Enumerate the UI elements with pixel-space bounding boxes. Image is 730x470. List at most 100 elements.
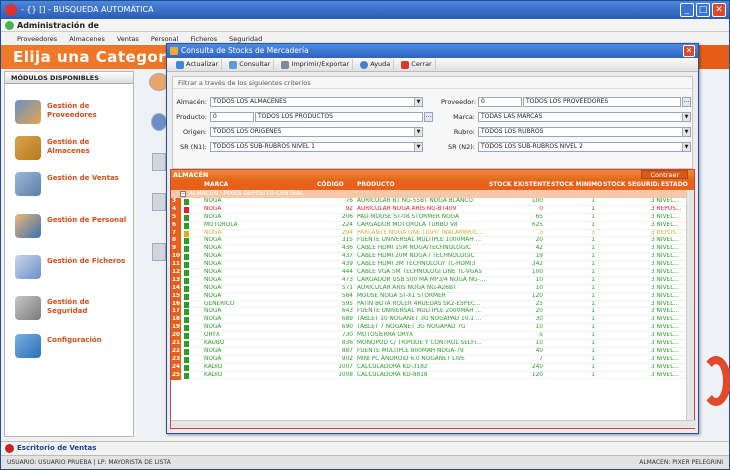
marca-label: Marca: bbox=[453, 113, 475, 121]
menu-ventas[interactable]: Ventas bbox=[117, 34, 139, 45]
cell-minimo: 1 bbox=[591, 269, 595, 276]
dialog-icon bbox=[170, 47, 178, 55]
imprimir-button[interactable]: Imprimir/Exportar bbox=[278, 59, 354, 70]
col-stock-existente[interactable]: STOCK EXISTENTE bbox=[489, 180, 550, 190]
table-row[interactable]: 25 KADIO 1008 CALCULADORA KD-8818 120 1 3 NIVE… bbox=[171, 371, 694, 380]
cell-producto: CABLE HDMI 20M NOGA / TECHNOLOGIC bbox=[357, 253, 475, 260]
col-marca[interactable]: MARCA bbox=[204, 180, 228, 190]
table-row[interactable]: 22 NOGA 887 FUENTE MULTIPLE 800MAH NOGA-79 4… bbox=[171, 347, 694, 356]
table-row[interactable]: 21 KAUBU 836 MONOPOD C/ TRIPODE Y CONTROL S… bbox=[171, 340, 694, 348]
rubro-select[interactable]: TODOS LOS RUBROS ▼ bbox=[478, 127, 691, 137]
module-ficheros[interactable]: Gestión de Ficheros bbox=[13, 253, 133, 281]
menu-proveedores[interactable]: Proveedores bbox=[17, 34, 57, 45]
refresh-icon bbox=[176, 60, 184, 69]
menu-almacenes[interactable]: Almacenes bbox=[69, 34, 105, 45]
sr1-select[interactable]: TODOS LOS SUB-RUBROS NIVEL 1 ▼ bbox=[210, 142, 423, 152]
proveedor-browse-button[interactable]: ... bbox=[682, 97, 691, 107]
col-producto[interactable]: PRODUCTO bbox=[357, 180, 395, 190]
cell-producto: TABLET 10 NOGANET 3G NOGAPAD 10.1 ... bbox=[357, 316, 482, 323]
row-number: 23 bbox=[171, 355, 181, 364]
table-row[interactable]: 11 NOGA 439 CABLE HDMI 3M TECHNOLOGY TL-HDM… bbox=[171, 261, 694, 270]
filter-panel: Filtrar a través de los siguientes crite… bbox=[172, 76, 693, 169]
group-row[interactable]: − ALMACEN : PIXER DEPOSITO CENTRAL bbox=[171, 190, 694, 198]
cell-marca: KADIO bbox=[204, 371, 223, 378]
marca-select[interactable]: TODAS LAS MARCAS ▼ bbox=[478, 112, 691, 122]
cell-marca: NOGA bbox=[204, 308, 222, 315]
module-configuracion[interactable]: Configuración bbox=[13, 332, 133, 360]
table-row[interactable]: 5 NOGA 206 PAD MOUSE ST-08 STORMER NOGA 65 1 3… bbox=[171, 213, 694, 222]
status-bar[interactable]: Escritorio de Ventas bbox=[1, 441, 729, 454]
cell-codigo: 584 bbox=[341, 292, 353, 299]
producto-browse-button[interactable]: ... bbox=[424, 112, 433, 122]
close-button[interactable]: ✕ bbox=[712, 3, 726, 17]
table-row[interactable]: 13 NOGA 473 CARGADOR USB 500 MA MP3/4 NOGA … bbox=[171, 276, 694, 285]
cell-marca: GENERICO bbox=[204, 300, 235, 307]
actualizar-button[interactable]: Actualizar bbox=[173, 59, 223, 70]
table-row[interactable]: 4 NOGA 92 AURICULAR NOGA ARIS NG-BT409 0 1 3 R… bbox=[171, 205, 694, 214]
cell-stock: 120 bbox=[531, 292, 543, 299]
proveedor-input[interactable]: TODOS LOS PROVEEDORES bbox=[523, 97, 681, 107]
table-row[interactable]: 3 NOGA 76 AURICULAR BT NG-55BT NOGA BLANCO 1… bbox=[171, 198, 694, 206]
flag-icon bbox=[184, 222, 189, 229]
cell-minimo: 1 bbox=[591, 300, 595, 307]
printer-icon bbox=[281, 60, 290, 69]
cell-codigo: 436 bbox=[341, 245, 353, 252]
cell-estado: 3 NIVEL... bbox=[651, 198, 679, 204]
minimize-button[interactable]: _ bbox=[680, 3, 694, 17]
table-row[interactable]: 23 NOGA 902 MINI PC ANDROID 6.0 NOGANET LIV… bbox=[171, 355, 694, 364]
table-row[interactable]: 8 NOGA 315 FUENTE UNIVERSAL MULTIPLE 1000MA… bbox=[171, 237, 694, 246]
cell-stock: 10 bbox=[535, 340, 543, 347]
table-row[interactable]: 15 NOGA 584 MOUSE NOGA ST-X1 STORMER 120 1 3 N… bbox=[171, 292, 694, 301]
proveedor-code-input[interactable]: 0 bbox=[478, 97, 522, 107]
col-stock-minimo[interactable]: STOCK MINIMO bbox=[551, 180, 602, 190]
cell-estado: 3 NIVEL... bbox=[651, 237, 679, 244]
module-ventas[interactable]: Gestión de Ventas bbox=[13, 170, 133, 198]
horizontal-scrollbar[interactable] bbox=[171, 420, 696, 428]
cell-minimo: 1 bbox=[591, 205, 595, 212]
footer-bar: USUARIO: USUARIO PRUEBA | LP: MAYORISTA … bbox=[1, 455, 729, 469]
almacen-tab[interactable]: ALMACÉN bbox=[173, 171, 208, 179]
consultar-button[interactable]: Consultar bbox=[226, 59, 275, 70]
col-stock-seguridad[interactable]: STOCK SEGURIDAD bbox=[603, 180, 659, 190]
modules-panel: MÓDULOS DISPONIBLES Gestión de Proveedor… bbox=[4, 71, 134, 437]
maximize-button[interactable]: □ bbox=[696, 3, 710, 17]
col-estado[interactable]: ESTADO bbox=[661, 180, 688, 190]
dialog-close-button[interactable]: ✕ bbox=[683, 45, 695, 57]
table-row[interactable]: 17 NOGA 643 FUENTE UNIVERSAL MULTIPLE 2000M… bbox=[171, 308, 694, 317]
cell-estado: 3 NIVEL... bbox=[651, 355, 679, 362]
table-row[interactable]: 18 NOGA 689 TABLET 10 NOGANET 3G NOGAPAD 10… bbox=[171, 316, 694, 325]
origen-select[interactable]: TODOS LOS ORIGENES ▼ bbox=[210, 127, 423, 137]
table-row[interactable]: 12 NOGA 444 CABLE VGA 5M TECHNOLOGI LINE TL… bbox=[171, 269, 694, 277]
sr2-select[interactable]: TODOS LOS SUB-RUBROS NIVEL 2 ▼ bbox=[478, 142, 691, 152]
ayuda-button[interactable]: Ayuda bbox=[357, 59, 395, 70]
row-number: 7 bbox=[171, 229, 181, 238]
module-seguridad[interactable]: Gestión de Seguridad bbox=[13, 294, 133, 322]
collapse-icon[interactable]: − bbox=[180, 191, 186, 197]
module-personal[interactable]: Gestión de Personal bbox=[13, 212, 133, 240]
table-row[interactable]: 7 NOGA 294 PARLANTE NOGA ONE LIGHT INALAMBR… bbox=[171, 229, 694, 238]
cerrar-button[interactable]: Cerrar bbox=[398, 59, 436, 70]
flag-icon bbox=[184, 285, 189, 292]
vertical-scrollbar[interactable] bbox=[686, 190, 694, 420]
cell-marca: NOGA bbox=[204, 229, 222, 236]
table-row[interactable]: 14 NOGA 571 AURICULAR ARIS NOGA NG-A26BT 10 1… bbox=[171, 284, 694, 293]
cell-estado: 3 REPOS... bbox=[651, 229, 682, 236]
contraer-button[interactable]: Contraer bbox=[641, 170, 688, 179]
table-row[interactable]: 6 MOTOROLA 224 CARGADOR MOTOROLA TURBO V8 62… bbox=[171, 221, 694, 230]
col-codigo[interactable]: CÓDIGO bbox=[317, 180, 344, 190]
producto-code-input[interactable]: 0 bbox=[210, 112, 254, 122]
module-proveedores[interactable]: Gestión de Proveedores bbox=[13, 98, 133, 126]
table-row[interactable]: 19 NOGA 690 TABLET 7 NOGANET 3G NOGAPAD 7G 1… bbox=[171, 324, 694, 333]
producto-input[interactable]: TODOS LOS PRODUCTOS bbox=[255, 112, 423, 122]
flag-icon bbox=[184, 238, 189, 245]
table-row[interactable]: 20 ORYX 730 MOTOSIERRA ORYX 5 1 3 NIVEL... bbox=[171, 332, 694, 341]
almacen-select[interactable]: TODOS LOS ALMACENES ▼ bbox=[210, 97, 423, 107]
table-row[interactable]: 16 GENERICO 595 PATIN BOTA ROLER 4RUEDAS SK… bbox=[171, 300, 694, 309]
module-almacenes[interactable]: Gestión de Almacenes bbox=[13, 134, 133, 162]
rubro-label: Rubro: bbox=[453, 128, 475, 136]
cell-minimo: 1 bbox=[591, 198, 595, 204]
table-row[interactable]: 24 KADIO 1007 CALCULADORA KD-3182 240 1 3 NIVE… bbox=[171, 363, 694, 372]
stock-dialog: Consulta de Stocks de Mercadería ✕ Actua… bbox=[166, 43, 699, 434]
table-row[interactable]: 9 NOGA 436 CABLE HDMI 15M NOGA/TECHNOLOGIC 4… bbox=[171, 245, 694, 254]
table-row[interactable]: 10 NOGA 437 CABLE HDMI 20M NOGA / TECHNOLOG… bbox=[171, 253, 694, 262]
